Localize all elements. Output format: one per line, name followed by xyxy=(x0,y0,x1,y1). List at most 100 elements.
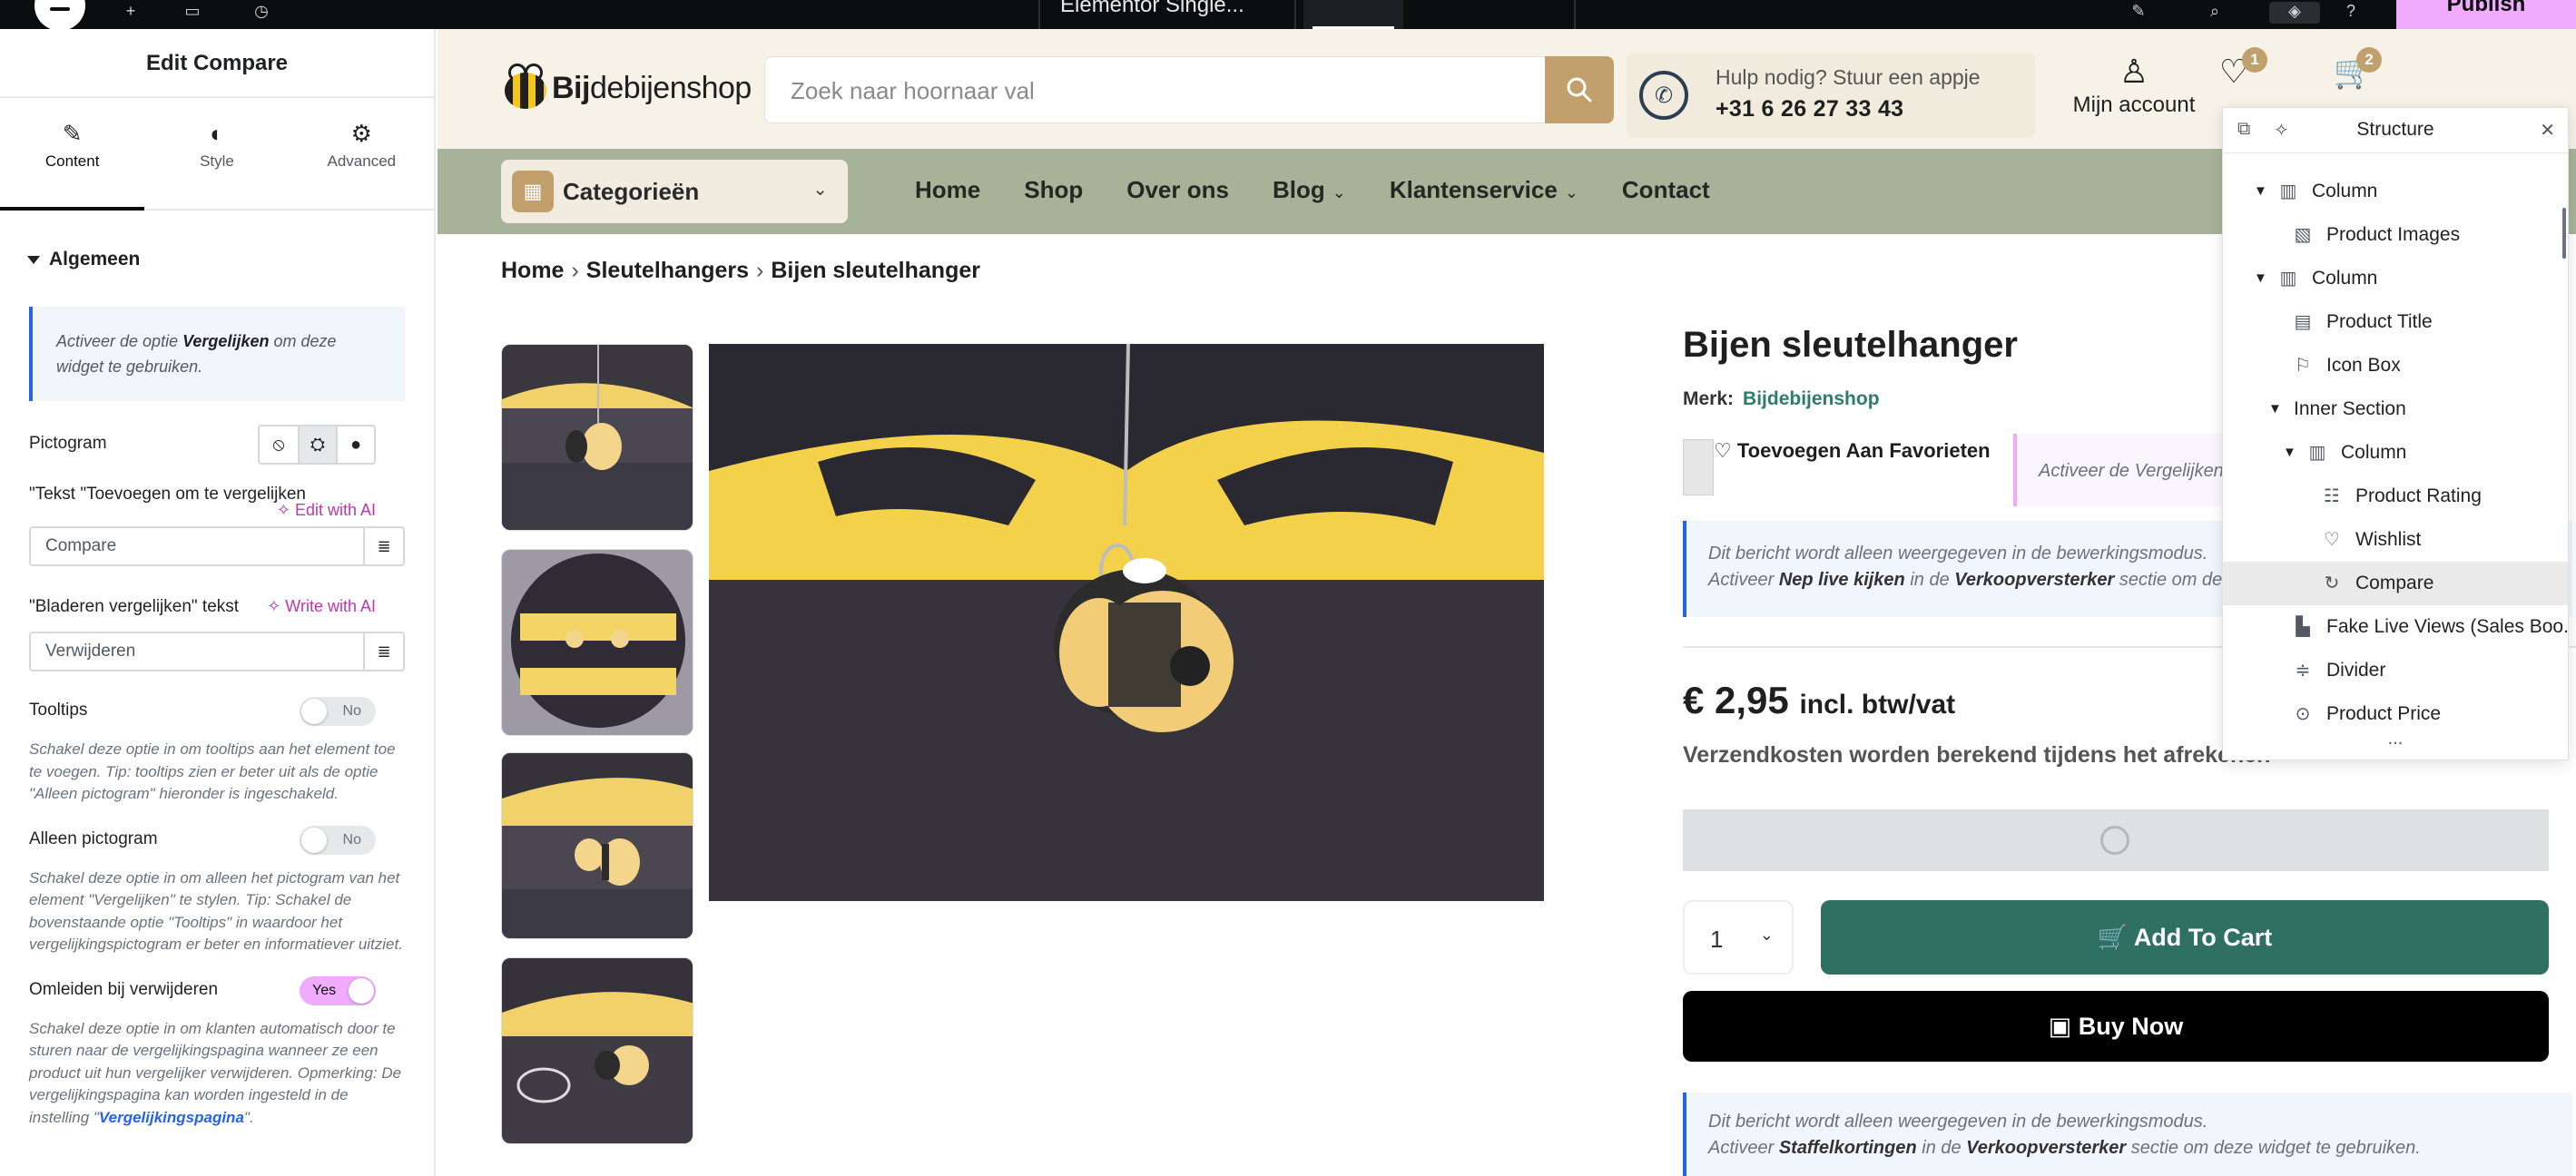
product-main-image[interactable] xyxy=(709,344,1544,901)
nav-shop[interactable]: Shop xyxy=(1024,176,1083,204)
nav-over-ons[interactable]: Over ons xyxy=(1126,176,1229,204)
tree-item-wishlist[interactable]: ♡ Wishlist xyxy=(2223,518,2568,562)
tab-advanced[interactable]: ⚙ Advanced xyxy=(290,98,434,209)
caret-down-icon[interactable]: ▼ xyxy=(2254,170,2267,213)
tree-item-column[interactable]: ▼ ▥ Column xyxy=(2223,431,2568,475)
edit-mode-notice: Dit bericht wordt alleen weergegeven in … xyxy=(1683,1093,2572,1176)
caret-down-icon[interactable]: ▼ xyxy=(2268,387,2282,431)
nav-home[interactable]: Home xyxy=(915,176,980,204)
scrollbar[interactable] xyxy=(2562,208,2566,259)
countdown-placeholder xyxy=(1683,809,2549,871)
dynamic-tags-icon[interactable]: ≣ xyxy=(363,528,403,564)
notice-text: Activeer xyxy=(1708,1138,1779,1158)
chevron-right-icon: › xyxy=(571,258,579,283)
mobile-view-icon[interactable] xyxy=(1470,0,1570,29)
breadcrumb-category[interactable]: Sleutelhangers xyxy=(586,258,749,283)
add-to-cart-button[interactable]: 🛒 Add To Cart xyxy=(1821,900,2549,975)
help-text: ". xyxy=(243,1108,254,1126)
redirect-switch[interactable]: Yes xyxy=(300,975,376,1005)
add-to-favorites-button[interactable]: ♡ Toevoegen Aan Favorieten xyxy=(1714,439,1991,463)
add-text-input[interactable]: Compare ≣ xyxy=(29,526,405,566)
divider-icon: ≑ xyxy=(2295,661,2311,681)
icon-only-switch[interactable]: No xyxy=(300,825,376,855)
buy-now-button[interactable]: ▣ Buy Now xyxy=(1683,991,2549,1062)
price-icon: ⊙ xyxy=(2295,704,2311,724)
brand-link[interactable]: Bijdebijenshop xyxy=(1743,388,1880,409)
structure-icon[interactable]: ◈ xyxy=(2269,2,2320,24)
close-icon[interactable]: ✕ xyxy=(2540,119,2555,142)
elementor-logo-icon[interactable] xyxy=(34,0,85,31)
tab-style[interactable]: ◐ Style xyxy=(144,98,289,209)
tree-item-compare[interactable]: ↻ Compare xyxy=(2223,562,2568,605)
product-thumbnail[interactable] xyxy=(501,752,693,939)
gear-icon: ⚙ xyxy=(350,120,372,147)
site-logo[interactable]: Bijdebijenshop xyxy=(501,56,752,120)
upload-icon[interactable]: ⛭ xyxy=(298,426,336,463)
account-link[interactable]: ♙ Mijn account xyxy=(2066,53,2202,118)
heart-icon: ♡ xyxy=(2324,530,2340,550)
circle-icon[interactable]: ● xyxy=(336,426,374,463)
layers-icon[interactable]: ▭ xyxy=(182,2,203,24)
tree-item-product-rating[interactable]: ☷ Product Rating xyxy=(2223,475,2568,518)
tooltips-switch[interactable]: No xyxy=(300,697,376,726)
breadcrumb-home[interactable]: Home xyxy=(501,258,564,283)
document-title[interactable]: Elementor Single... xyxy=(1060,0,1244,18)
edit-with-ai-link[interactable]: ✧ Edit with AI xyxy=(277,501,376,520)
help-icon[interactable]: ? xyxy=(2340,2,2362,24)
publish-button[interactable]: Publish xyxy=(2396,0,2576,29)
product-thumbnail[interactable] xyxy=(501,344,693,531)
whatsapp-icon: ✆ xyxy=(1639,71,1688,120)
search-icon[interactable]: ⌕ xyxy=(2204,2,2226,24)
none-icon[interactable]: ⦸ xyxy=(260,426,298,463)
half-circle-icon: ◐ xyxy=(210,120,224,147)
tooltips-help: Schakel deze optie in om tooltips aan he… xyxy=(29,740,396,802)
caret-down-icon[interactable]: ▼ xyxy=(2283,431,2296,475)
whatsapp-help[interactable]: ✆ Hulp nodig? Stuur een appje +31 6 26 2… xyxy=(1627,53,2035,138)
tree-item-column[interactable]: ▼ ▥ Column xyxy=(2223,257,2568,300)
structure-more[interactable]: ... xyxy=(2223,730,2568,760)
search-button[interactable] xyxy=(1545,56,1614,123)
tree-item-product-title[interactable]: ▤ Product Title xyxy=(2223,300,2568,344)
help-text: Hulp nodig? Stuur een appje xyxy=(1716,65,1981,89)
product-thumbnail[interactable] xyxy=(501,957,693,1144)
shipping-note: Verzendkosten worden berekend tijdens he… xyxy=(1683,742,2271,768)
browse-text-input[interactable]: Verwijderen ≣ xyxy=(29,632,405,671)
cart-count-badge: 2 xyxy=(2356,47,2382,73)
categories-dropdown[interactable]: ▦ Categorieën ⌄ xyxy=(501,160,848,223)
structure-tree: ▼ ▥ Column ▧ Product Images ▼ ▥ Column ▤ Produ… xyxy=(2223,153,2568,734)
history-icon[interactable]: ◷ xyxy=(251,2,272,24)
plus-icon[interactable]: + xyxy=(120,2,142,24)
main-nav: Home Shop Over ons Blog ⌄ Klantenservice ⌄… xyxy=(915,176,1710,204)
tab-label: Advanced xyxy=(327,152,397,170)
price-suffix: incl. btw/vat xyxy=(1799,690,1956,720)
tree-item-fake-live-views[interactable]: ▙ Fake Live Views (Sales Boo... xyxy=(2223,605,2568,649)
compare-widget-notice[interactable]: Activeer de Vergelijken xyxy=(2013,434,2222,506)
nav-blog[interactable]: Blog ⌄ xyxy=(1273,176,1346,204)
flag-icon: ⚐ xyxy=(2295,356,2311,376)
notes-icon[interactable]: ✎ xyxy=(2128,2,2149,24)
notice-text: in de xyxy=(1916,1138,1967,1158)
section-toggle-algemeen[interactable]: Algemeen xyxy=(29,249,405,270)
quantity-value: 1 xyxy=(1710,926,1724,953)
compare-page-link[interactable]: Vergelijkingspagina xyxy=(99,1109,244,1126)
search-bar[interactable]: Zoek naar hoornaar val xyxy=(764,56,1614,123)
tree-item-column[interactable]: ▼ ▥ Column xyxy=(2223,170,2568,213)
tab-label: Content xyxy=(44,152,100,170)
nav-contact[interactable]: Contact xyxy=(1622,176,1710,204)
caret-down-icon[interactable]: ▼ xyxy=(2254,257,2267,300)
rating-icon: ☷ xyxy=(2324,486,2340,506)
tree-item-divider[interactable]: ≑ Divider xyxy=(2223,649,2568,692)
separator xyxy=(1574,0,1576,29)
tree-item-inner-section[interactable]: ▼ Inner Section xyxy=(2223,387,2568,431)
notice-bold: Verkoopversterker xyxy=(1954,570,2115,590)
tab-content[interactable]: ✎ Content xyxy=(0,98,145,211)
tree-item-product-images[interactable]: ▧ Product Images xyxy=(2223,213,2568,257)
search-input[interactable]: Zoek naar hoornaar val xyxy=(791,77,1035,105)
structure-header: ⧉ ✧ Structure ✕ xyxy=(2223,108,2568,153)
write-with-ai-link[interactable]: ✧ Write with AI xyxy=(267,597,376,616)
product-thumbnail[interactable] xyxy=(501,549,693,736)
nav-klantenservice[interactable]: Klantenservice ⌄ xyxy=(1390,176,1578,204)
quantity-select[interactable]: 1 ⌄ xyxy=(1683,900,1794,975)
dynamic-tags-icon[interactable]: ≣ xyxy=(363,633,403,670)
tree-item-icon-box[interactable]: ⚐ Icon Box xyxy=(2223,344,2568,387)
